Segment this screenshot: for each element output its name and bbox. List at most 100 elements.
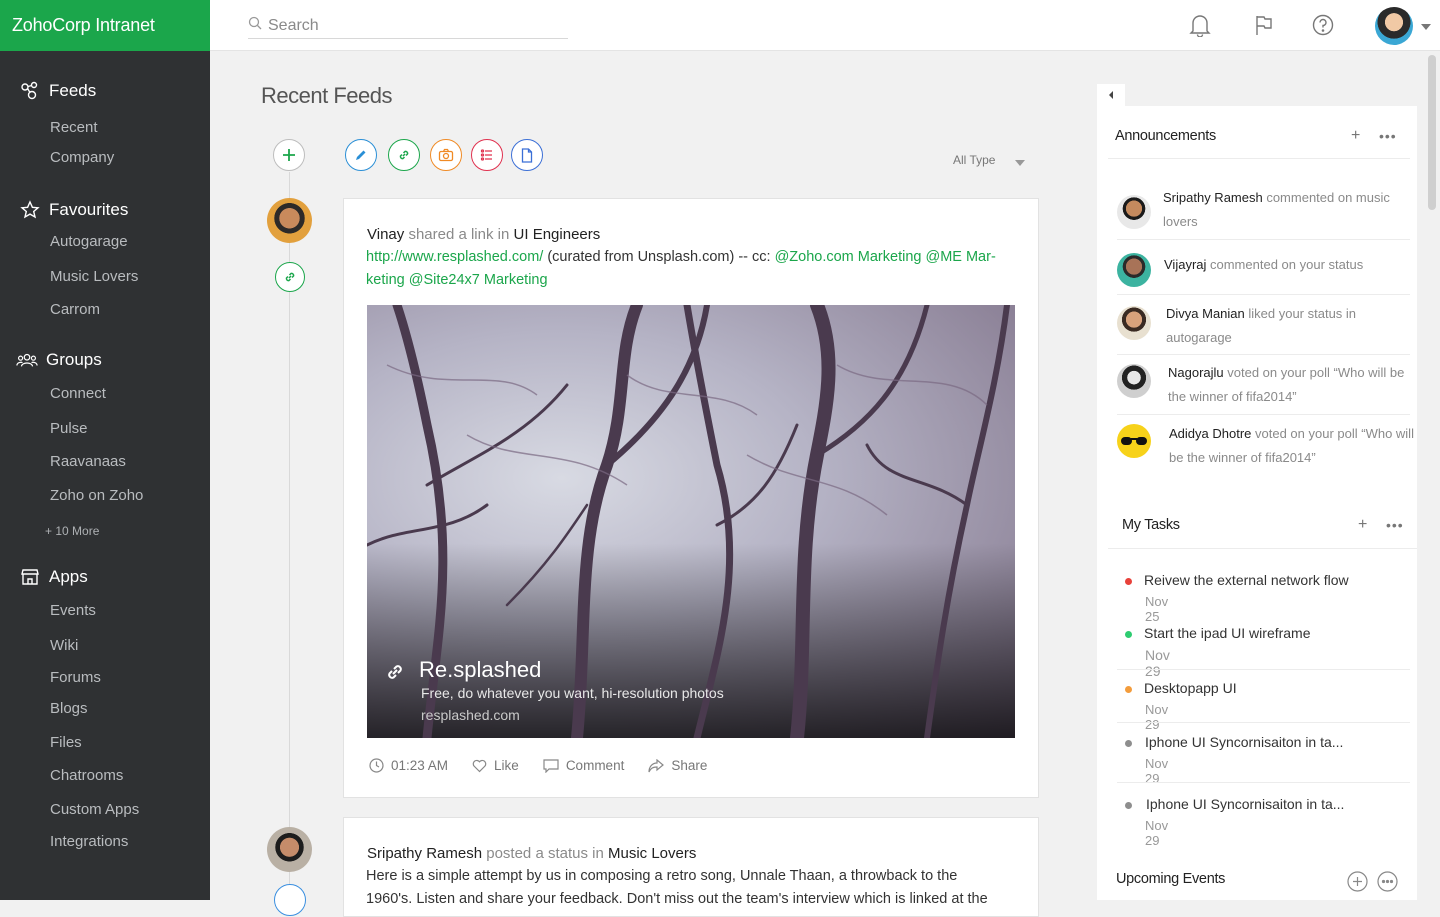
- sidebar-item-files[interactable]: Files: [50, 734, 82, 751]
- post-type-document-button[interactable]: [511, 139, 543, 171]
- share-label: Share: [671, 758, 708, 773]
- link-preview[interactable]: Re.splashed Free, do whatever you want, …: [367, 305, 1015, 738]
- sidebar-item-chatrooms[interactable]: Chatrooms: [50, 767, 123, 784]
- comment-button[interactable]: Comment: [543, 758, 625, 773]
- post-text: (curated from Unsplash.com) -- cc:: [543, 249, 775, 265]
- sidebar-item-forums[interactable]: Forums: [50, 669, 101, 686]
- more-icon[interactable]: •••: [1386, 517, 1404, 533]
- avatar: [1117, 364, 1151, 398]
- post-time-label: 01:23 AM: [391, 758, 449, 773]
- sidebar-item-wiki[interactable]: Wiki: [50, 637, 78, 654]
- post-type-status-button[interactable]: [345, 139, 377, 171]
- announcement-name: Adidya Dhotre: [1169, 426, 1252, 441]
- post-verb: posted a status: [486, 845, 588, 862]
- nav-section-feeds: Feeds: [0, 79, 210, 103]
- search-icon: [248, 16, 262, 35]
- collapse-panel-button[interactable]: [1097, 84, 1125, 106]
- nav-head-label: Feeds: [49, 81, 97, 100]
- nav-head-groups[interactable]: Groups: [0, 348, 210, 372]
- add-event-button[interactable]: [1347, 871, 1368, 897]
- divider: [1108, 548, 1417, 549]
- post-mentions[interactable]: @Zoho.com Marketing @ME Mar-: [775, 249, 996, 265]
- scrollbar[interactable]: [1428, 55, 1436, 210]
- like-label: Like: [494, 758, 519, 773]
- search-input[interactable]: [268, 16, 548, 35]
- sidebar-item-carrom[interactable]: Carrom: [50, 301, 100, 318]
- sidebar-item-custom-apps[interactable]: Custom Apps: [50, 801, 139, 818]
- announcement-detail: commented on your status: [1206, 257, 1364, 272]
- plus-icon[interactable]: +: [1358, 516, 1367, 534]
- avatar[interactable]: [267, 827, 312, 872]
- task-date: Nov 25: [1145, 594, 1169, 624]
- nav-section-favourites: Favourites: [0, 198, 210, 222]
- more-icon[interactable]: •••: [1379, 128, 1397, 144]
- events-title: Upcoming Events: [1116, 871, 1226, 887]
- help-icon[interactable]: [1310, 12, 1336, 38]
- post-verb: shared a link: [408, 226, 494, 243]
- comment-label: Comment: [565, 758, 625, 773]
- avatar: [1117, 195, 1151, 229]
- post-author[interactable]: Sripathy Ramesh: [367, 845, 482, 862]
- user-avatar[interactable]: [1375, 7, 1413, 45]
- nav-head-apps[interactable]: Apps: [0, 565, 210, 589]
- chevron-down-icon[interactable]: [1015, 160, 1025, 166]
- bell-icon[interactable]: [1187, 12, 1213, 38]
- announcement-name: Vijayraj: [1164, 257, 1207, 272]
- app-brand[interactable]: ZohoCorp Intranet: [0, 0, 210, 51]
- sidebar-item-pulse[interactable]: Pulse: [50, 420, 88, 437]
- post-link[interactable]: http://www.resplashed.com/: [366, 249, 543, 265]
- post-group[interactable]: Music Lovers: [608, 845, 696, 862]
- post-mentions[interactable]: keting @Site24x7 Marketing: [366, 272, 548, 288]
- feed-type-filter[interactable]: All Type: [953, 153, 995, 167]
- sidebar-item-integrations[interactable]: Integrations: [50, 833, 128, 850]
- post-header: Vinay shared a link in UI Engineers: [367, 226, 600, 243]
- sidebar-item-zoho-on-zoho[interactable]: Zoho on Zoho: [50, 487, 143, 504]
- sidebar-item-recent[interactable]: Recent: [50, 119, 98, 136]
- tasks-title: My Tasks: [1122, 517, 1180, 533]
- events-more-button[interactable]: [1377, 871, 1398, 897]
- sidebar-more-groups[interactable]: + 10 More: [45, 524, 99, 538]
- divider: [1117, 782, 1410, 783]
- task-date: Nov 29: [1145, 818, 1169, 848]
- post-type-photo-button[interactable]: [430, 139, 462, 171]
- avatar: [1117, 306, 1151, 340]
- announcement-text: Nagorajlu voted on your poll “Who will b…: [1168, 361, 1413, 409]
- task-title: Reivew the external network flow: [1144, 572, 1349, 588]
- post-group[interactable]: UI Engineers: [514, 226, 601, 243]
- task-title: Start the ipad UI wireframe: [1144, 625, 1311, 641]
- sidebar-item-raavanaas[interactable]: Raavanaas: [50, 453, 126, 470]
- preview-title[interactable]: Re.splashed: [419, 657, 541, 683]
- sidebar-item-music-lovers[interactable]: Music Lovers: [50, 268, 138, 285]
- heart-icon: [472, 759, 487, 772]
- avatar[interactable]: [267, 198, 312, 243]
- sidebar-item-events[interactable]: Events: [50, 602, 96, 619]
- like-button[interactable]: Like: [472, 758, 519, 773]
- more-circle-icon: [1377, 871, 1398, 892]
- clock-icon: [369, 758, 384, 773]
- nav-head-feeds[interactable]: Feeds: [0, 79, 210, 103]
- task-date: Nov 29: [1145, 702, 1169, 732]
- store-icon: [19, 566, 41, 588]
- preview-url[interactable]: resplashed.com: [421, 707, 520, 723]
- post-text: Here is a simple attempt by us in compos…: [366, 868, 958, 884]
- flag-icon[interactable]: [1251, 12, 1277, 38]
- chevron-down-icon[interactable]: [1421, 24, 1431, 30]
- add-post-button[interactable]: [273, 139, 305, 171]
- sidebar-item-blogs[interactable]: Blogs: [50, 700, 88, 717]
- sidebar-item-company[interactable]: Company: [50, 149, 114, 166]
- sidebar-item-connect[interactable]: Connect: [50, 385, 106, 402]
- plus-icon[interactable]: +: [1351, 127, 1360, 145]
- announcement-name: Sripathy Ramesh: [1163, 190, 1263, 205]
- post-prep: in: [497, 226, 510, 243]
- sidebar-item-autogarage[interactable]: Autogarage: [50, 233, 128, 250]
- post-type-link-button[interactable]: [388, 139, 420, 171]
- share-button[interactable]: Share: [648, 758, 707, 773]
- task-date: Nov 29: [1145, 647, 1170, 679]
- post-type-poll-button[interactable]: [471, 139, 503, 171]
- nav-head-favourites[interactable]: Favourites: [0, 198, 210, 222]
- comment-icon: [543, 758, 559, 773]
- post-author[interactable]: Vinay: [367, 226, 404, 243]
- groups-icon: [16, 349, 38, 371]
- announcements-title: Announcements: [1115, 128, 1216, 144]
- post-text: 1960's. Listen and share your feedback. …: [366, 891, 988, 907]
